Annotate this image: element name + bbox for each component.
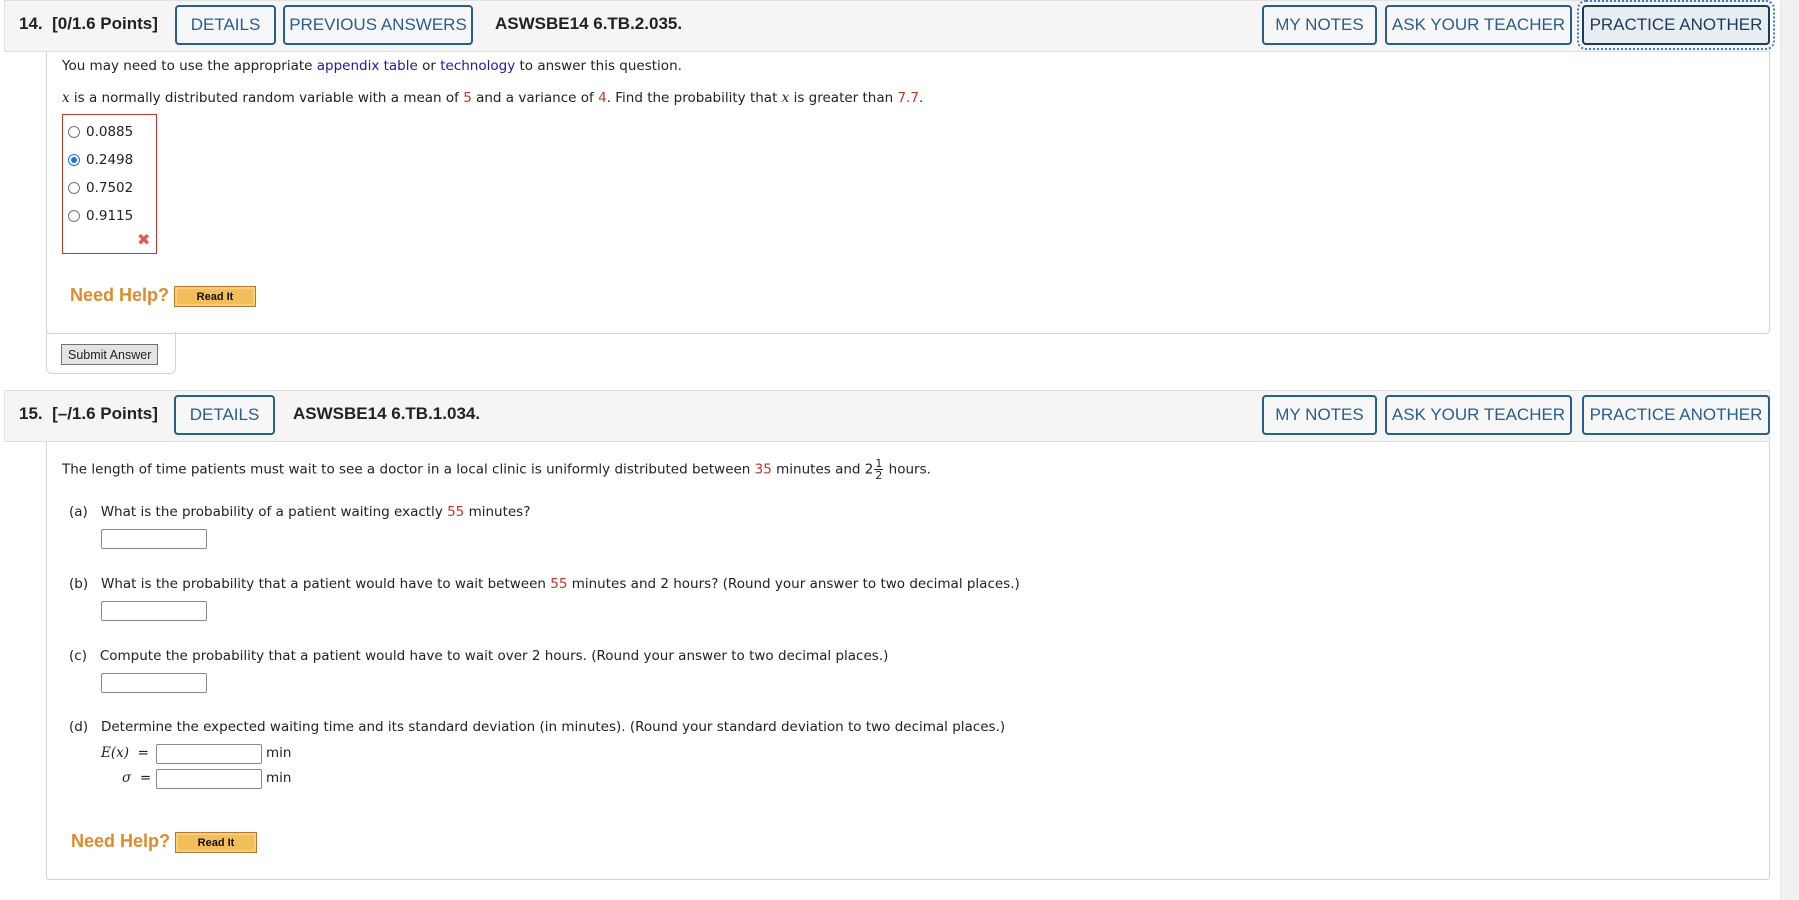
need-help-label: Need Help?	[71, 831, 171, 851]
radio-button[interactable]	[68, 126, 80, 138]
incorrect-x-icon: ✖	[137, 230, 151, 249]
details-button[interactable]: DETAILS	[175, 5, 276, 45]
part-a-prompt: (a) What is the probability of a patient…	[69, 504, 531, 520]
question-14-code: ASWSBE14 6.TB.2.035.	[495, 14, 683, 33]
question-15-stem: The length of time patients must wait to…	[62, 457, 931, 482]
details-button[interactable]: DETAILS	[174, 395, 275, 435]
question-14-points: 14. [0/1.6 Points]	[19, 14, 158, 33]
question-15-header: 15. [–/1.6 Points] DETAILS ASWSBE14 6.TB…	[4, 390, 1770, 442]
submit-answer-button[interactable]: Submit Answer	[61, 344, 159, 365]
std-dev-input[interactable]	[156, 769, 262, 789]
threshold-value: 7.7	[897, 90, 919, 106]
appendix-note: You may need to use the appropriate appe…	[62, 58, 682, 74]
previous-answers-button[interactable]: PREVIOUS ANSWERS	[283, 5, 473, 45]
radio-button[interactable]	[68, 182, 80, 194]
question-14-body: You may need to use the appropriate appe…	[46, 52, 1770, 334]
question-15-body: The length of time patients must wait to…	[46, 442, 1770, 880]
part-c-answer-input[interactable]	[101, 673, 207, 693]
low-bound-value: 35	[754, 461, 772, 478]
choice-option[interactable]: 0.2498	[68, 152, 133, 168]
page-scrollbar[interactable]	[1780, 0, 1799, 900]
expected-value-label: E(x) =	[101, 745, 149, 761]
read-it-button[interactable]: Read It	[175, 832, 257, 853]
part-b-answer-input[interactable]	[101, 601, 207, 621]
fraction-one-half: 12	[874, 457, 884, 482]
choice-option[interactable]: 0.0885	[68, 124, 133, 140]
choice-option[interactable]: 0.9115	[68, 208, 133, 224]
ask-your-teacher-button[interactable]: ASK YOUR TEACHER	[1385, 5, 1572, 45]
expected-value-unit: min	[266, 745, 292, 761]
question-14-prompt: x is a normally distributed random varia…	[62, 90, 924, 106]
std-dev-label: σ =	[122, 770, 152, 786]
practice-another-button[interactable]: PRACTICE ANOTHER	[1577, 0, 1775, 50]
radio-button[interactable]	[68, 210, 80, 222]
expected-value-input[interactable]	[156, 744, 262, 764]
answer-choices-group: 0.0885 0.2498 0.7502 0.9115 ✖	[62, 114, 157, 254]
question-14-header: 14. [0/1.6 Points] DETAILS PREVIOUS ANSW…	[4, 0, 1775, 52]
part-c-prompt: (c) Compute the probability that a patie…	[69, 648, 889, 664]
my-notes-button[interactable]: MY NOTES	[1262, 395, 1377, 435]
part-d-prompt: (d) Determine the expected waiting time …	[69, 719, 1006, 735]
appendix-table-link[interactable]: appendix table	[317, 58, 418, 74]
variance-value: 4	[598, 90, 607, 106]
part-a-answer-input[interactable]	[101, 529, 207, 549]
my-notes-button[interactable]: MY NOTES	[1262, 5, 1377, 45]
practice-another-button[interactable]: PRACTICE ANOTHER	[1582, 395, 1770, 435]
mean-value: 5	[463, 90, 472, 106]
question-15-points: 15. [–/1.6 Points]	[19, 404, 158, 423]
need-help-label: Need Help?	[70, 285, 170, 305]
technology-link[interactable]: technology	[440, 58, 515, 74]
read-it-button[interactable]: Read It	[174, 286, 256, 307]
part-b-prompt: (b) What is the probability that a patie…	[69, 576, 1020, 592]
radio-button-selected[interactable]	[68, 154, 80, 166]
question-15-code: ASWSBE14 6.TB.1.034.	[293, 404, 481, 423]
ask-your-teacher-button[interactable]: ASK YOUR TEACHER	[1385, 395, 1572, 435]
choice-option[interactable]: 0.7502	[68, 180, 133, 196]
submit-container: Submit Answer	[46, 332, 176, 374]
std-dev-unit: min	[266, 770, 292, 786]
